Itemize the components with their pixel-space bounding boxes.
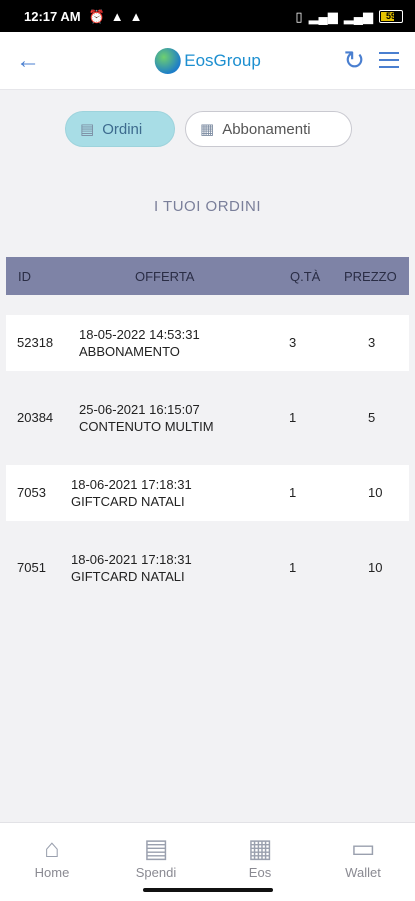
row-prezzo: 10 — [368, 485, 383, 500]
row-prezzo: 10 — [368, 560, 383, 575]
table-row[interactable]: 7051 18-06-2021 17:18:31 GIFTCARD NATALI… — [6, 540, 409, 596]
nav-spendi[interactable]: ▤ Spendi — [116, 831, 196, 880]
row-id: 7051 — [17, 560, 46, 575]
row-date: 18-06-2021 17:18:31 — [71, 477, 192, 492]
row-offer-name: ABBONAMENTO — [79, 344, 180, 359]
row-offer-name: GIFTCARD NATALI — [71, 569, 185, 584]
tab-abbonamenti[interactable]: ▦ Abbonamenti — [185, 111, 352, 147]
battery-icon: 59 — [379, 9, 403, 23]
logo-text: EosGroup — [184, 50, 261, 70]
hamburger-menu-icon[interactable] — [379, 52, 399, 73]
row-date: 25-06-2021 16:15:07 — [79, 402, 200, 417]
nav-eos-label: Eos — [248, 865, 272, 880]
row-date: 18-06-2021 17:18:31 — [71, 552, 192, 567]
nav-home-label: Home — [34, 865, 70, 880]
warning-icon: ▲ — [110, 8, 124, 24]
row-qta: 1 — [289, 560, 297, 575]
building-icon: ▦ — [247, 833, 273, 863]
battery-level: 59 — [385, 11, 396, 21]
gesture-home-bar[interactable] — [143, 888, 273, 892]
alarm-icon: ⏰ — [88, 8, 105, 24]
row-offer-name: GIFTCARD NATALI — [71, 494, 185, 509]
calendar-icon: ▦ — [200, 121, 215, 138]
signal-icon: ▂▄▆ — [308, 8, 338, 24]
row-offer: 18-06-2021 17:18:31 GIFTCARD NATALI — [71, 551, 192, 585]
row-offer-name: CONTENUTO MULTIM — [79, 419, 214, 434]
vibrate-icon: ▯ — [295, 8, 303, 24]
status-bar: 12:17 AM ⏰ ▲ ▲ ▯ ▂▄▆ ▂▄▆ 59 — [0, 0, 415, 32]
wifi-signal-icon: ▂▄▆ — [343, 8, 373, 24]
row-offer: 18-06-2021 17:18:31 GIFTCARD NATALI — [71, 476, 192, 510]
nav-eos[interactable]: ▦ Eos — [220, 831, 300, 880]
row-qta: 3 — [289, 335, 297, 350]
row-qta: 1 — [289, 485, 297, 500]
warning-icon: ▲ — [129, 8, 143, 24]
nav-home[interactable]: ⌂ Home — [12, 831, 92, 880]
header-prezzo: PREZZO — [344, 268, 397, 284]
section-title: I TUOI ORDINI — [153, 198, 262, 215]
nav-wallet-label: Wallet — [345, 865, 381, 880]
app-logo: EosGroup — [154, 47, 261, 74]
row-id: 20384 — [17, 410, 54, 425]
row-offer: 18-05-2022 14:53:31 ABBONAMENTO — [79, 326, 200, 360]
nav-wallet[interactable]: ▭ Wallet — [323, 831, 403, 880]
status-time: 12:17 AM — [24, 8, 81, 24]
header-offerta: OFFERTA — [135, 268, 195, 284]
app-bar: ← EosGroup ↻ — [0, 32, 415, 90]
home-icon: ⌂ — [44, 833, 60, 863]
refresh-icon[interactable]: ↻ — [343, 45, 365, 76]
globe-logo-icon — [154, 47, 181, 74]
row-date: 18-05-2022 14:53:31 — [79, 327, 200, 342]
table-header: ID OFFERTA Q.TÀ PREZZO — [6, 257, 409, 295]
table-row[interactable]: 52318 18-05-2022 14:53:31 ABBONAMENTO 3 … — [6, 315, 409, 371]
row-id: 52318 — [17, 335, 54, 350]
header-qta: Q.TÀ — [290, 268, 321, 284]
table-row[interactable]: 20384 25-06-2021 16:15:07 CONTENUTO MULT… — [6, 390, 409, 446]
tab-abbonamenti-label: Abbonamenti — [222, 120, 311, 138]
table-row[interactable]: 7053 18-06-2021 17:18:31 GIFTCARD NATALI… — [6, 465, 409, 521]
back-arrow-icon[interactable]: ← — [16, 47, 46, 75]
nav-spendi-label: Spendi — [135, 865, 177, 880]
tab-ordini-label: Ordini — [102, 120, 143, 138]
tab-bar: ▤ Ordini ▦ Abbonamenti — [65, 111, 352, 147]
tab-ordini[interactable]: ▤ Ordini — [65, 111, 175, 147]
row-prezzo: 3 — [368, 335, 376, 350]
row-qta: 1 — [289, 410, 297, 425]
row-id: 7053 — [17, 485, 46, 500]
store-icon: ▤ — [80, 121, 95, 138]
row-prezzo: 5 — [368, 410, 376, 425]
shop-icon: ▤ — [143, 833, 169, 863]
row-offer: 25-06-2021 16:15:07 CONTENUTO MULTIM — [79, 401, 214, 435]
wallet-icon: ▭ — [350, 833, 376, 863]
header-id: ID — [18, 268, 31, 284]
